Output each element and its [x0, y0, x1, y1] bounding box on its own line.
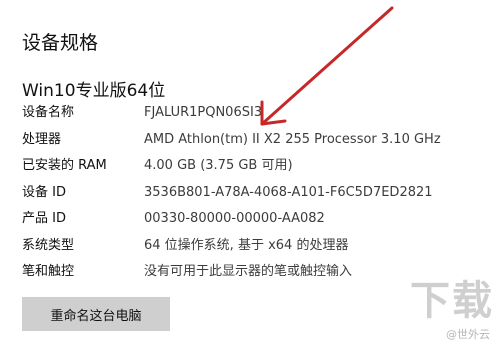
- watermark-big-text: 下载: [410, 278, 494, 324]
- watermark-logo: 下载 @世外云: [356, 278, 496, 344]
- watermark-small-text: @世外云: [446, 328, 490, 341]
